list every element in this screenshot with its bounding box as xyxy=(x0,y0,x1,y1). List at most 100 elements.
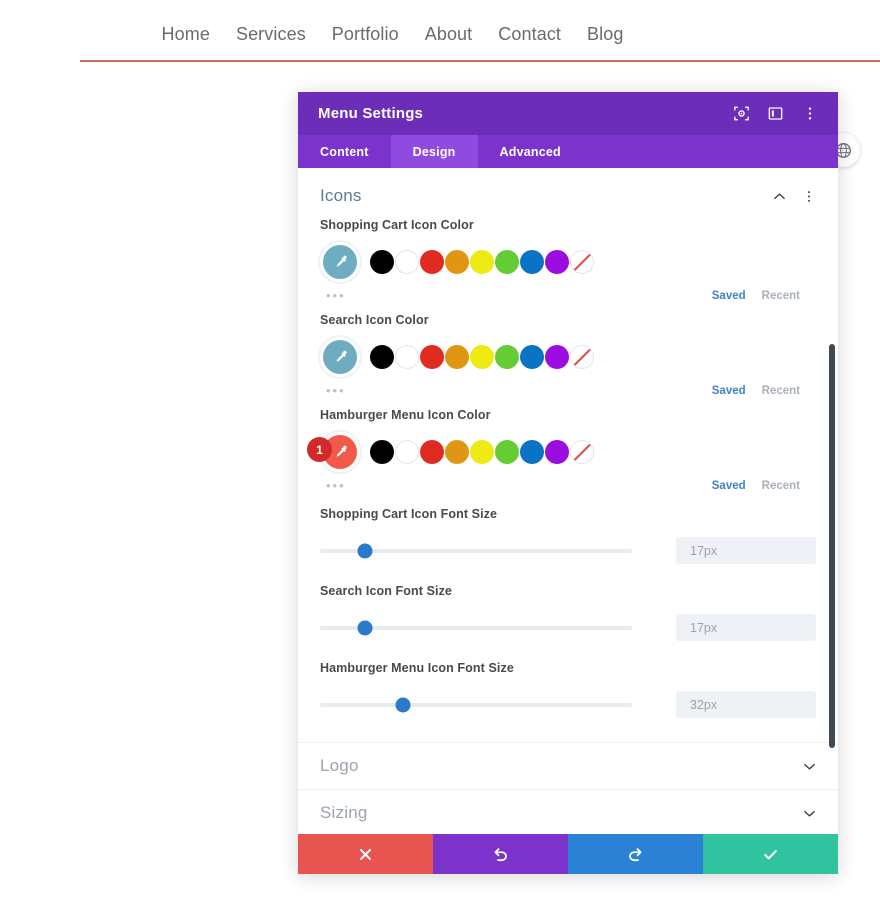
swatch-red[interactable] xyxy=(420,440,444,464)
swatch-black[interactable] xyxy=(370,345,394,369)
swatch-none[interactable] xyxy=(570,440,594,464)
nav-link-portfolio[interactable]: Portfolio xyxy=(332,24,399,45)
check-icon xyxy=(762,846,779,863)
swatch-black[interactable] xyxy=(370,250,394,274)
modal-title: Menu Settings xyxy=(318,105,424,122)
swatch-purple[interactable] xyxy=(545,250,569,274)
section-kebab-menu-icon[interactable] xyxy=(802,189,816,203)
swatch-blue[interactable] xyxy=(520,345,544,369)
field-shopping-cart-icon-font-size: Shopping Cart Icon Font Size 17px xyxy=(298,507,838,564)
undo-icon xyxy=(492,846,509,863)
swatch-red[interactable] xyxy=(420,250,444,274)
field-search-icon-font-size: Search Icon Font Size 17px xyxy=(298,584,838,641)
field-hamburger-menu-icon-font-size: Hamburger Menu Icon Font Size 32px xyxy=(298,661,838,718)
slider-track xyxy=(320,702,632,707)
tab-design[interactable]: Design xyxy=(390,135,478,168)
icons-section-header[interactable]: Icons xyxy=(298,168,838,212)
color-meta-row: ••• Saved Recent xyxy=(320,478,816,493)
save-button[interactable] xyxy=(703,834,838,874)
swatch-none[interactable] xyxy=(570,345,594,369)
saved-colors-link[interactable]: Saved xyxy=(712,385,746,397)
selected-color-wrap xyxy=(320,337,360,377)
swatch-black[interactable] xyxy=(370,440,394,464)
nav-link-services[interactable]: Services xyxy=(236,24,306,45)
field-label: Shopping Cart Icon Font Size xyxy=(320,507,498,521)
recent-colors-link[interactable]: Recent xyxy=(762,480,800,492)
icons-section-title: Icons xyxy=(320,186,362,205)
color-meta-row: ••• Saved Recent xyxy=(320,288,816,303)
nav-divider-rule xyxy=(80,60,880,62)
swatch-white[interactable] xyxy=(395,440,419,464)
redo-icon xyxy=(627,846,644,863)
slider-thumb[interactable] xyxy=(395,697,411,712)
tab-content[interactable]: Content xyxy=(298,135,391,168)
redo-button[interactable] xyxy=(568,834,703,874)
x-icon xyxy=(358,847,373,862)
swatch-orange[interactable] xyxy=(445,345,469,369)
kebab-menu-icon[interactable] xyxy=(801,105,818,122)
color-palette xyxy=(370,440,594,464)
field-label: Hamburger Menu Icon Font Size xyxy=(320,661,514,675)
swatch-purple[interactable] xyxy=(545,440,569,464)
font-size-slider[interactable] xyxy=(320,620,632,636)
selected-color-swatch[interactable] xyxy=(323,340,357,374)
color-picker-row: 1 xyxy=(307,432,816,472)
swatch-yellow[interactable] xyxy=(470,250,494,274)
saved-colors-link[interactable]: Saved xyxy=(712,480,746,492)
cancel-button[interactable] xyxy=(298,834,433,874)
slider-thumb[interactable] xyxy=(357,543,373,558)
nav-link-about[interactable]: About xyxy=(425,24,473,45)
field-hamburger-menu-icon-color: Hamburger Menu Icon Color 1 ••• Saved Re… xyxy=(298,408,838,493)
selected-color-wrap: 1 xyxy=(307,432,360,472)
swatch-blue[interactable] xyxy=(520,440,544,464)
recent-colors-link[interactable]: Recent xyxy=(762,290,800,302)
font-size-slider[interactable] xyxy=(320,697,632,713)
eyedropper-icon xyxy=(332,349,349,366)
more-options-dots[interactable]: ••• xyxy=(326,383,366,398)
nav-link-contact[interactable]: Contact xyxy=(498,24,561,45)
modal-scrollbar[interactable] xyxy=(829,344,835,748)
swatch-green[interactable] xyxy=(495,345,519,369)
swatch-purple[interactable] xyxy=(545,345,569,369)
swatch-none[interactable] xyxy=(570,250,594,274)
swatch-green[interactable] xyxy=(495,250,519,274)
slider-thumb[interactable] xyxy=(357,620,373,635)
section-row-logo[interactable]: Logo xyxy=(298,742,838,789)
selected-color-swatch[interactable] xyxy=(323,245,357,279)
nav-link-home[interactable]: Home xyxy=(162,24,210,45)
font-size-value-input[interactable]: 32px xyxy=(676,691,816,718)
color-palette xyxy=(370,250,594,274)
swatch-yellow[interactable] xyxy=(470,345,494,369)
field-label: Search Icon Font Size xyxy=(320,584,452,598)
swatch-white[interactable] xyxy=(395,345,419,369)
layout-panel-icon[interactable] xyxy=(767,105,784,122)
swatch-orange[interactable] xyxy=(445,250,469,274)
saved-colors-link[interactable]: Saved xyxy=(712,290,746,302)
more-options-dots[interactable]: ••• xyxy=(326,478,366,493)
recent-colors-link[interactable]: Recent xyxy=(762,385,800,397)
collapsed-sections: Logo Sizing Spacin xyxy=(298,742,838,834)
swatch-yellow[interactable] xyxy=(470,440,494,464)
section-title: Logo xyxy=(320,756,359,775)
swatch-orange[interactable] xyxy=(445,440,469,464)
swatch-blue[interactable] xyxy=(520,250,544,274)
tab-advanced[interactable]: Advanced xyxy=(478,135,583,168)
undo-button[interactable] xyxy=(433,834,568,874)
field-label: Shopping Cart Icon Color xyxy=(320,218,474,232)
section-row-sizing[interactable]: Sizing xyxy=(298,789,838,834)
font-size-value-input[interactable]: 17px xyxy=(676,614,816,641)
swatch-red[interactable] xyxy=(420,345,444,369)
swatch-white[interactable] xyxy=(395,250,419,274)
more-options-dots[interactable]: ••• xyxy=(326,288,366,303)
font-size-slider[interactable] xyxy=(320,543,632,559)
focus-target-icon[interactable] xyxy=(733,105,750,122)
color-picker-row xyxy=(320,242,816,282)
menu-settings-modal: Menu Settings Content Design Advanced Ic… xyxy=(298,92,838,874)
nav-link-blog[interactable]: Blog xyxy=(587,24,623,45)
font-size-value-input[interactable]: 17px xyxy=(676,537,816,564)
chevron-down-icon[interactable] xyxy=(803,807,816,820)
chevron-up-icon[interactable] xyxy=(772,189,786,203)
selected-color-wrap xyxy=(320,242,360,282)
swatch-green[interactable] xyxy=(495,440,519,464)
chevron-down-icon[interactable] xyxy=(803,760,816,773)
